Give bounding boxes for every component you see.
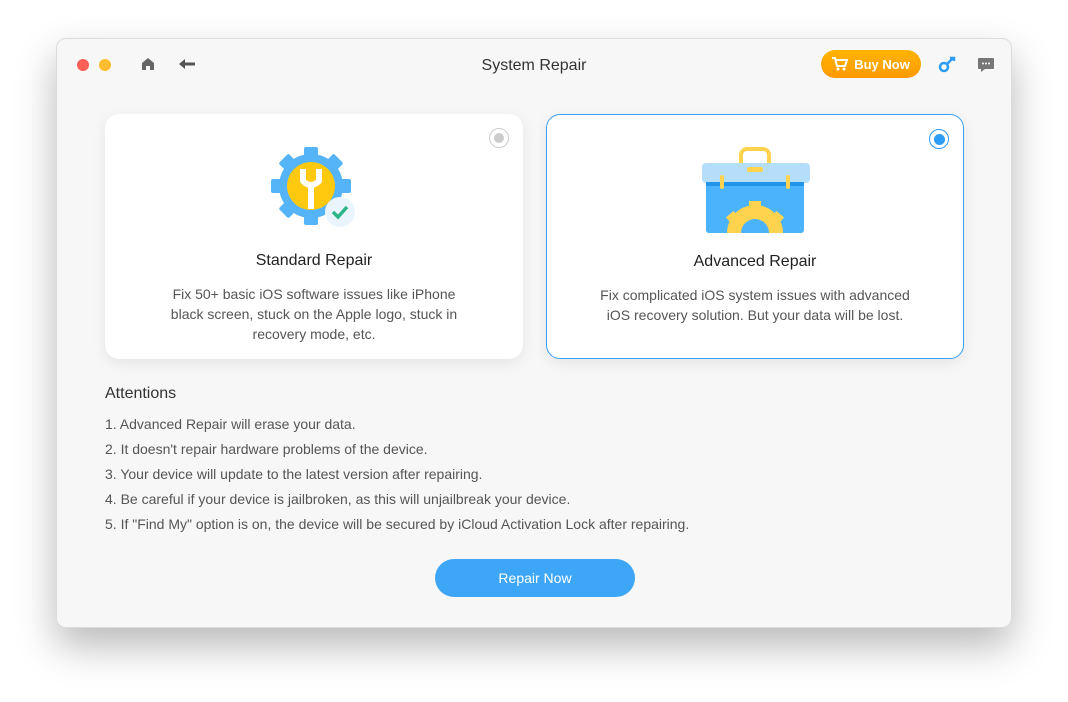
advanced-repair-card[interactable]: Advanced Repair Fix complicated iOS syst… [546, 114, 964, 359]
list-item: 5. If "Find My" option is on, the device… [105, 516, 690, 532]
standard-repair-title: Standard Repair [255, 252, 373, 269]
attentions-heading: Attentions [105, 385, 177, 402]
standard-repair-description: Fix 50+ basic iOS software issues like i… [170, 286, 458, 342]
cart-icon [832, 57, 849, 71]
advanced-repair-title: Advanced Repair [693, 253, 817, 270]
buy-now-button[interactable]: Buy Now [821, 50, 921, 78]
attentions-list: 1. Advanced Repair will erase your data.… [105, 415, 689, 540]
standard-repair-radio[interactable] [489, 128, 509, 148]
repair-now-button[interactable]: Repair Now [435, 559, 635, 597]
advanced-repair-radio[interactable] [929, 129, 949, 149]
key-icon[interactable] [938, 55, 956, 73]
standard-repair-card[interactable]: Standard Repair Fix 50+ basic iOS softwa… [105, 114, 523, 359]
toolbox-gear-icon [702, 147, 810, 233]
app-window: System Repair Buy Now Standard Repair Fi… [56, 38, 1012, 628]
list-item: 4. Be careful if your device is jailbrok… [105, 491, 571, 507]
list-item: 1. Advanced Repair will erase your data. [105, 416, 356, 432]
list-item: 2. It doesn't repair hardware problems o… [105, 441, 428, 457]
feedback-icon[interactable] [977, 57, 995, 72]
buy-now-label: Buy Now [854, 56, 910, 72]
advanced-repair-description: Fix complicated iOS system issues with a… [600, 287, 910, 323]
gear-wrench-check-icon [271, 147, 355, 227]
list-item: 3. Your device will update to the latest… [105, 466, 483, 482]
